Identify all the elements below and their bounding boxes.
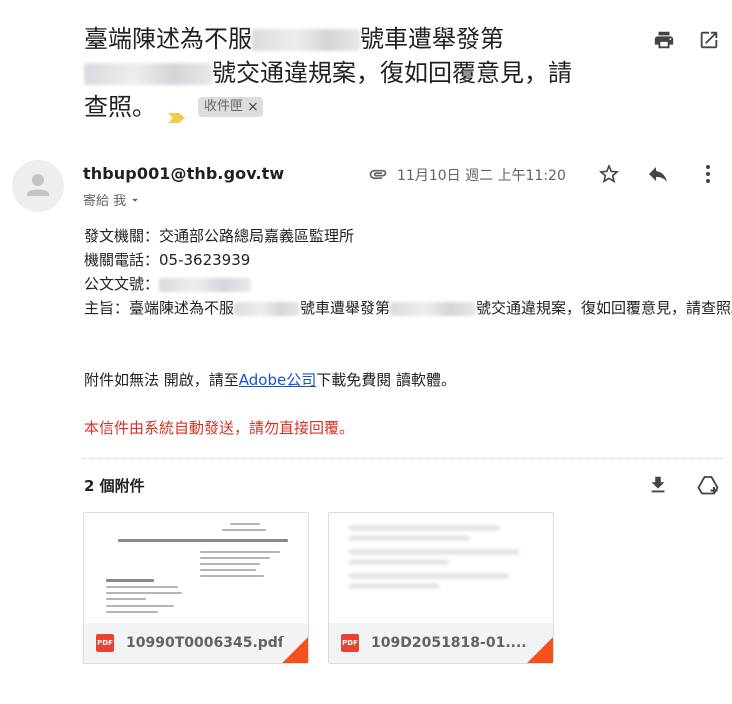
attachment-preview-2	[329, 513, 553, 623]
email-subject: 臺端陳述為不服 號車遭舉發第 號交通違規案，復如回覆意見，請 查照。 收件匣 ×	[84, 22, 634, 124]
attachments-title: 2 個附件	[84, 477, 145, 495]
sender-avatar[interactable]	[12, 160, 64, 212]
open-in-new-icon[interactable]	[695, 26, 723, 54]
adobe-notice-b: 下載免費閱 讀軟體。	[316, 371, 457, 389]
adobe-notice-a: 附件如無法 開啟，請至	[84, 371, 239, 389]
redacted-case-number	[84, 63, 212, 85]
inbox-label-chip: 收件匣 ×	[198, 97, 263, 117]
redacted-case-body	[390, 301, 477, 316]
recipient-text: 寄給 我	[83, 194, 127, 209]
document-number-line: 公文文號：	[84, 272, 724, 296]
subject-line-c: 號交通違規案，復如回覆意見，請查照。	[476, 299, 732, 317]
star-icon[interactable]	[595, 160, 623, 188]
attachments-divider	[83, 458, 723, 459]
subject-text-2: 號車遭舉發第	[360, 25, 504, 53]
file-corner-icon	[527, 637, 553, 663]
attachment-card-1[interactable]: PDF 10990T0006345.pdf	[83, 512, 309, 664]
file-corner-icon	[282, 637, 308, 663]
subject-line-b: 號車遭舉發第	[300, 299, 391, 317]
inbox-label-text: 收件匣	[204, 99, 244, 114]
download-all-icon[interactable]	[645, 472, 671, 498]
attachment-footer-2: PDF 109D2051818-01....	[329, 623, 553, 663]
email-body: 發文機關：交通部公路總局嘉義區監理所 機關電話：05-3623939 公文文號：…	[84, 224, 732, 440]
pdf-icon: PDF	[96, 634, 114, 652]
subject-line: 主旨：臺端陳述為不服 號車遭舉發第 號交通違規案，復如回覆意見，請查照。	[84, 296, 732, 320]
auto-send-notice: 本信件由系統自動發送，請勿直接回覆。	[84, 419, 355, 437]
subject-text-3: 號交通違規案，復如回覆意見，請	[212, 59, 572, 87]
email-date: 11月10日 週二 上午11:20	[397, 168, 566, 184]
redacted-doc-number	[159, 277, 252, 292]
print-icon[interactable]	[650, 26, 678, 54]
remove-label-icon[interactable]: ×	[247, 97, 259, 117]
redacted-plate-body	[234, 301, 301, 316]
more-options-icon[interactable]	[694, 160, 722, 188]
adobe-notice: 附件如無法 開啟，請至Adobe公司下載免費閱 讀軟體。	[84, 368, 724, 392]
issuing-agency: 發文機關：交通部公路總局嘉義區監理所	[84, 227, 355, 245]
attachment-card-2[interactable]: PDF 109D2051818-01....	[328, 512, 554, 664]
chevron-down-icon	[132, 198, 139, 202]
pdf-icon: PDF	[341, 634, 359, 652]
save-to-drive-icon[interactable]	[695, 472, 721, 498]
attachment-preview-1	[84, 513, 308, 623]
important-marker-icon[interactable]	[166, 100, 188, 123]
redacted-plate	[252, 29, 360, 51]
attachment-filename-2: 109D2051818-01....	[371, 635, 527, 651]
attachment-clip-icon	[366, 164, 390, 188]
subject-line-a: 主旨：臺端陳述為不服	[84, 299, 235, 317]
attachment-filename-1: 10990T0006345.pdf	[126, 635, 284, 651]
agency-phone: 機關電話：05-3623939	[84, 251, 251, 269]
document-number-label: 公文文號：	[84, 275, 160, 293]
attachment-footer-1: PDF 10990T0006345.pdf	[84, 623, 308, 663]
reply-icon[interactable]	[644, 160, 672, 188]
sender-email[interactable]: thbup001@thb.gov.tw	[83, 164, 284, 183]
subject-text-4: 查照。	[84, 93, 156, 121]
subject-text-1: 臺端陳述為不服	[84, 25, 252, 53]
adobe-link[interactable]: Adobe公司	[239, 371, 316, 389]
recipient-details-toggle[interactable]: 寄給 我	[83, 190, 142, 209]
